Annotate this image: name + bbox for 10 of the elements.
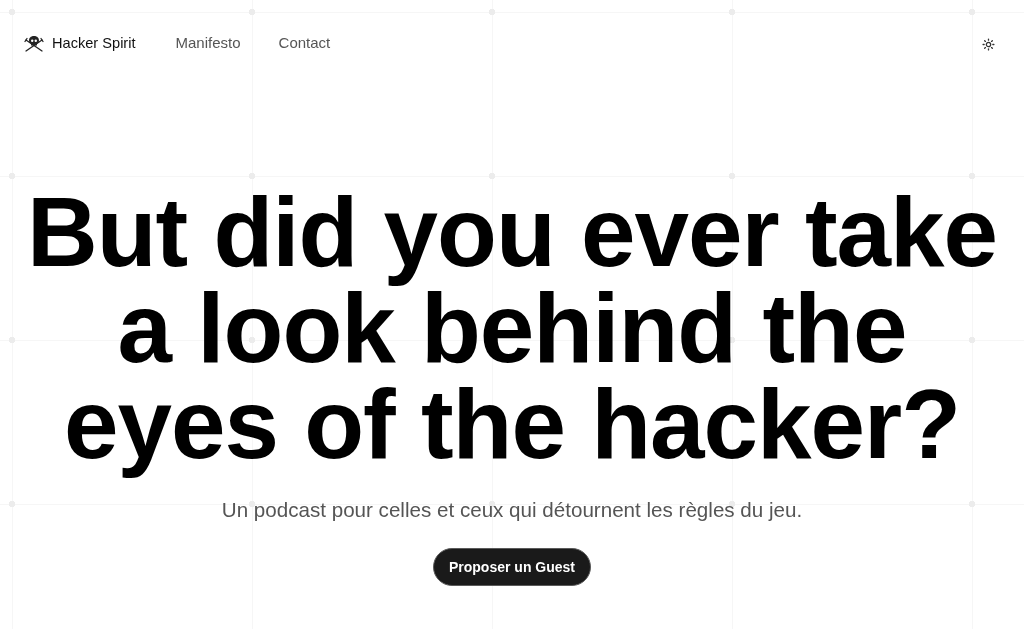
sun-icon: [981, 37, 995, 51]
nav-link[interactable]: Contact: [278, 33, 331, 51]
nav-link[interactable]: Manifesto: [175, 33, 241, 51]
brand-link[interactable]: Hacker Spirit: [24, 34, 136, 52]
propose-guest-button[interactable]: Proposer un Guest: [433, 548, 591, 586]
brand-name: Hacker Spirit: [52, 35, 136, 51]
hero-subtitle: Un podcast pour celles et ceux qui détournent les règles du jeu.: [221, 497, 803, 523]
hero-headline: But did you ever take a look behind the eyes of the hacker?: [25, 184, 999, 481]
theme-toggle-button[interactable]: [980, 36, 996, 52]
skull-crossed-swords-icon: [24, 34, 44, 52]
